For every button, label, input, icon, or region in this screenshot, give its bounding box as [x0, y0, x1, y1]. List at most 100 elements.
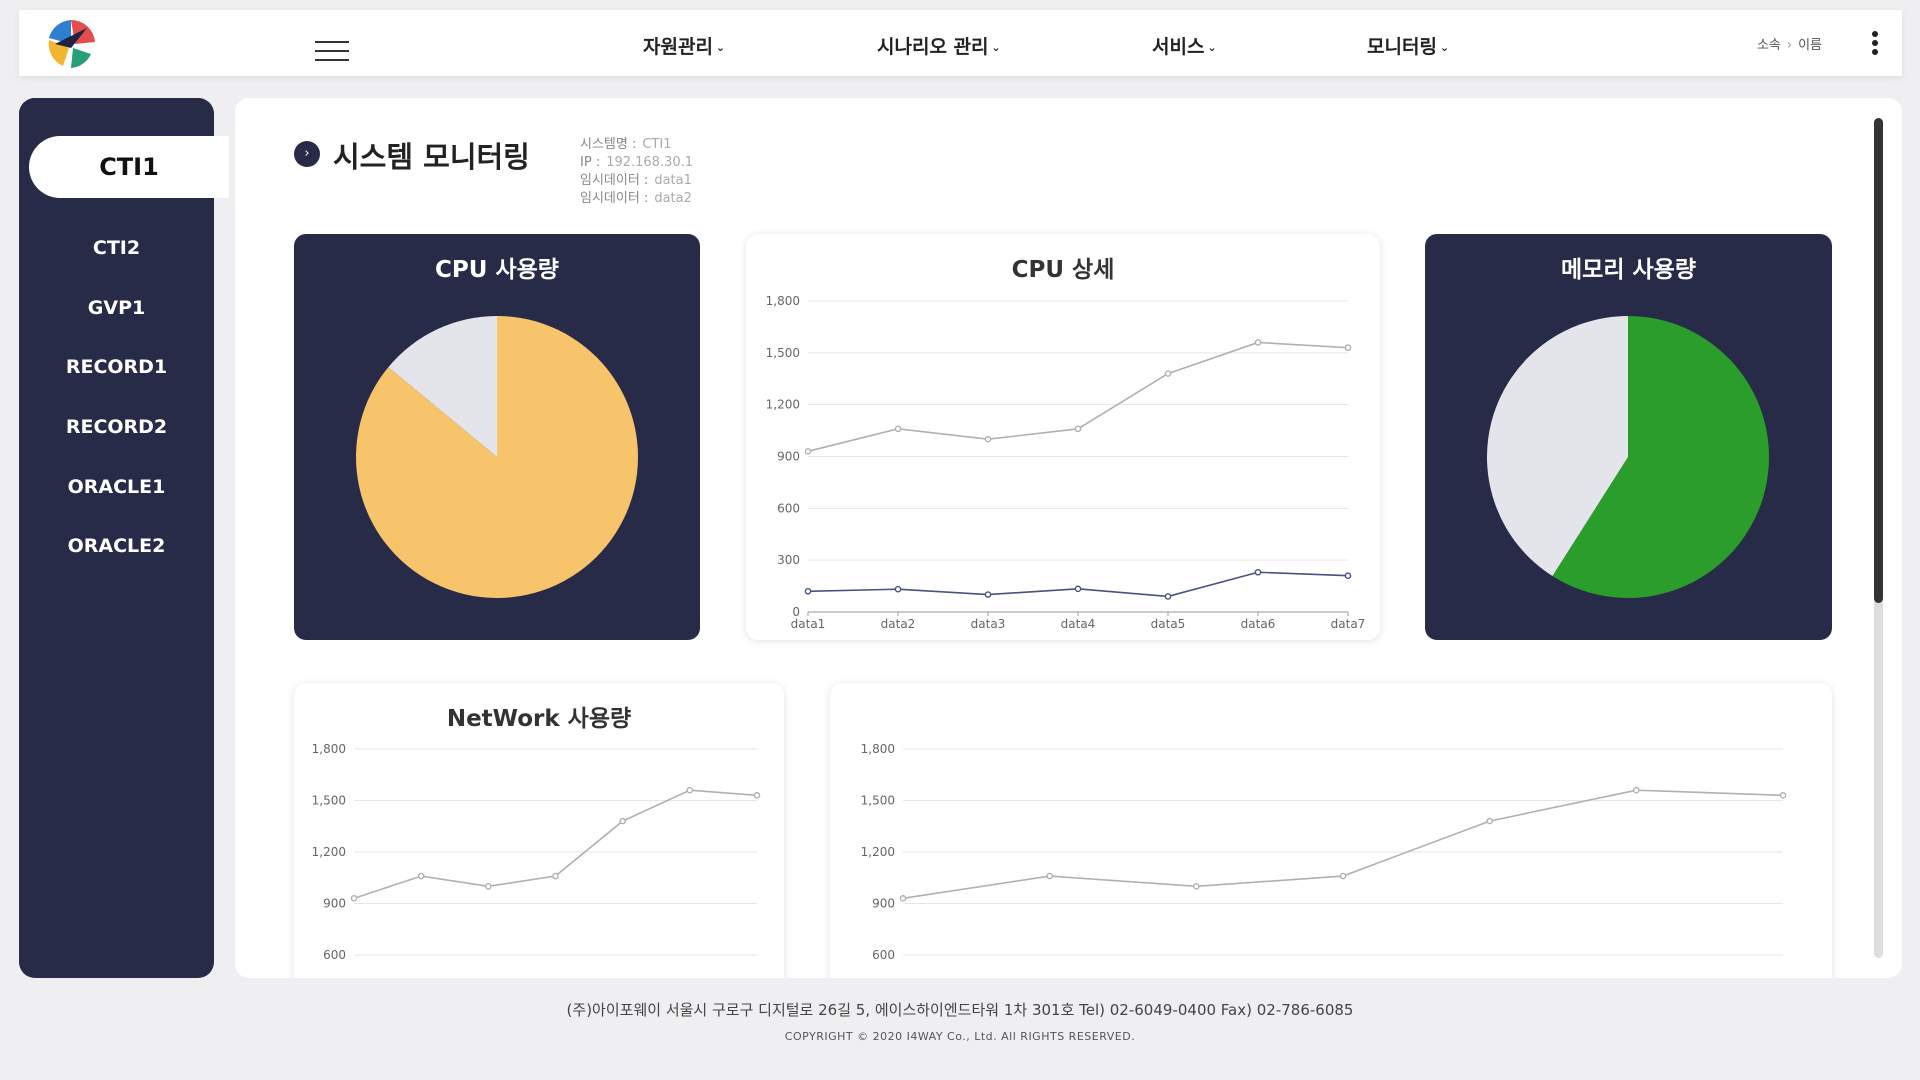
y-tick-label: 1,500: [312, 794, 346, 808]
data-point: [1344, 344, 1352, 351]
info-value: 192.168.30.1: [606, 155, 694, 170]
chevron-right-icon: ›: [294, 141, 320, 167]
user-breadcrumb: 소속 › 이름: [1757, 34, 1822, 53]
data-point: [1046, 872, 1053, 880]
cpu-usage-pie-chart: [356, 316, 638, 598]
page-title: 시스템 모니터링: [333, 140, 530, 174]
info-label: 임시데이터 :: [580, 173, 649, 188]
data-point: [485, 883, 492, 890]
menu-toggle-button[interactable]: [315, 41, 349, 65]
y-tick-label: 300: [777, 553, 800, 567]
y-tick-label: 600: [872, 948, 895, 962]
nav-scenario-management[interactable]: 시나리오 관리 ⌄: [877, 32, 1001, 59]
data-point: [350, 895, 358, 902]
footer-address: (주)아이포웨이 서울시 구로구 디지털로 26길 5, 에이스하이엔드타워 1…: [566, 1001, 1354, 1019]
y-tick-label: 900: [777, 450, 800, 464]
series-line-1: [807, 571, 1349, 598]
x-tick-label: data3: [971, 617, 1006, 631]
data-point: [1486, 817, 1493, 825]
chevron-down-icon: ⌄: [1207, 41, 1217, 54]
data-point: [899, 895, 907, 902]
data-point: [1779, 792, 1787, 799]
y-tick-label: 1,200: [861, 845, 895, 859]
memory-usage-card: 메모리 사용량: [1425, 234, 1832, 640]
data-point: [984, 435, 992, 443]
nav-service[interactable]: 서비스 ⌄: [1152, 32, 1217, 59]
sidebar-item-gvp1[interactable]: GVP1: [19, 297, 214, 319]
network-usage-card: NetWork 사용량 600 900 1,200 1,500 1,800: [294, 683, 784, 978]
x-tick-label: data1: [791, 617, 826, 631]
info-label: 임시데이터 :: [580, 191, 649, 206]
company-logo-icon[interactable]: [41, 18, 101, 70]
y-tick-label: 1,200: [766, 398, 800, 412]
nav-resource-management[interactable]: 자원관리 ⌄: [643, 32, 725, 59]
nav-monitoring[interactable]: 모니터링 ⌄: [1367, 32, 1449, 59]
y-tick-label: 900: [872, 897, 895, 911]
y-tick-label: 900: [323, 897, 346, 911]
data-point: [1074, 585, 1082, 593]
footer-copyright: COPYRIGHT © 2020 I4WAY Co., Ltd. All RIG…: [784, 1030, 1136, 1043]
chevron-down-icon: ⌄: [1439, 41, 1450, 54]
traffic-line-card: 600 900 1,200 1,500 1,800: [830, 683, 1832, 978]
sidebar-item-record1[interactable]: RECORD1: [19, 356, 214, 378]
data-point: [804, 587, 812, 595]
info-label: IP :: [580, 155, 601, 170]
breadcrumb-separator: ›: [1786, 38, 1793, 53]
chevron-down-icon: ⌄: [715, 41, 726, 54]
data-point: [984, 591, 992, 598]
nav-label: 자원관리: [643, 36, 713, 58]
breadcrumb-org[interactable]: 소속: [1757, 38, 1781, 53]
data-point: [619, 817, 626, 825]
vertical-scrollbar[interactable]: [1874, 118, 1883, 958]
scrollbar-thumb[interactable]: [1874, 118, 1883, 603]
sidebar-item-oracle1[interactable]: ORACLE1: [19, 476, 214, 498]
network-usage-line-chart: 600 900 1,200 1,500 1,800: [312, 742, 761, 962]
y-tick-label: 600: [323, 948, 346, 962]
nav-label: 시나리오 관리: [877, 36, 989, 58]
data-point: [1344, 572, 1352, 580]
sidebar-item-cti2[interactable]: CTI2: [19, 237, 214, 259]
x-tick-label: data6: [1241, 617, 1276, 631]
breadcrumb-name[interactable]: 이름: [1798, 38, 1822, 53]
info-row: 시스템명 : CTI1: [580, 136, 693, 154]
data-point: [686, 786, 694, 794]
info-row: IP : 192.168.30.1: [580, 154, 693, 172]
system-info: 시스템명 : CTI1 IP : 192.168.30.1 임시데이터 : data1…: [580, 136, 693, 208]
y-tick-label: 1,200: [312, 845, 346, 859]
data-point: [804, 448, 812, 455]
series-line-0: [807, 341, 1349, 453]
info-value: CTI1: [642, 137, 672, 152]
info-row: 임시데이터 : data1: [580, 172, 693, 190]
data-point: [1633, 786, 1640, 794]
data-point: [1193, 883, 1200, 890]
cpu-detail-line-chart: 03006009001,2001,5001,800data1 data2 data3…: [766, 294, 1366, 631]
server-sidebar: CTI1 CTI2 GVP1 RECORD1 RECORD2 ORACLE1 O…: [19, 98, 229, 978]
main-content-panel: › 시스템 모니터링 시스템명 : CTI1 IP : 192.168.30.1 임…: [235, 98, 1902, 978]
y-tick-label: 1,500: [861, 794, 895, 808]
nav-label: 서비스: [1152, 36, 1205, 58]
data-point: [552, 872, 559, 880]
data-point: [894, 425, 902, 433]
y-tick-label: 600: [777, 501, 800, 515]
info-value: data1: [654, 173, 692, 188]
x-tick-label: data2: [881, 617, 916, 631]
sidebar-item-cti1[interactable]: CTI1: [29, 136, 229, 198]
chevron-down-icon: ⌄: [991, 41, 1001, 54]
y-tick-label: 1,500: [766, 346, 800, 360]
sidebar-top-cap: [19, 98, 214, 138]
data-point: [1074, 425, 1082, 433]
x-tick-label: data5: [1151, 617, 1186, 631]
more-options-icon[interactable]: [1872, 31, 1880, 57]
data-point: [1254, 568, 1262, 576]
cpu-detail-card: CPU 상세 0 300 600 900 1,200 1,500 1,800 data1 dat…: [746, 234, 1380, 640]
x-tick-label: data7: [1331, 617, 1366, 631]
data-point: [894, 585, 902, 593]
data-point: [1164, 593, 1172, 600]
info-row: 임시데이터 : data2: [580, 190, 693, 208]
info-value: data2: [654, 191, 692, 206]
cpu-usage-card: CPU 사용량: [294, 234, 700, 640]
traffic-line-chart: 600 900 1,200 1,500 1,800: [861, 742, 1787, 962]
y-tick-label: 1,800: [861, 742, 895, 756]
sidebar-item-record2[interactable]: RECORD2: [19, 416, 214, 438]
sidebar-item-oracle2[interactable]: ORACLE2: [19, 535, 214, 557]
